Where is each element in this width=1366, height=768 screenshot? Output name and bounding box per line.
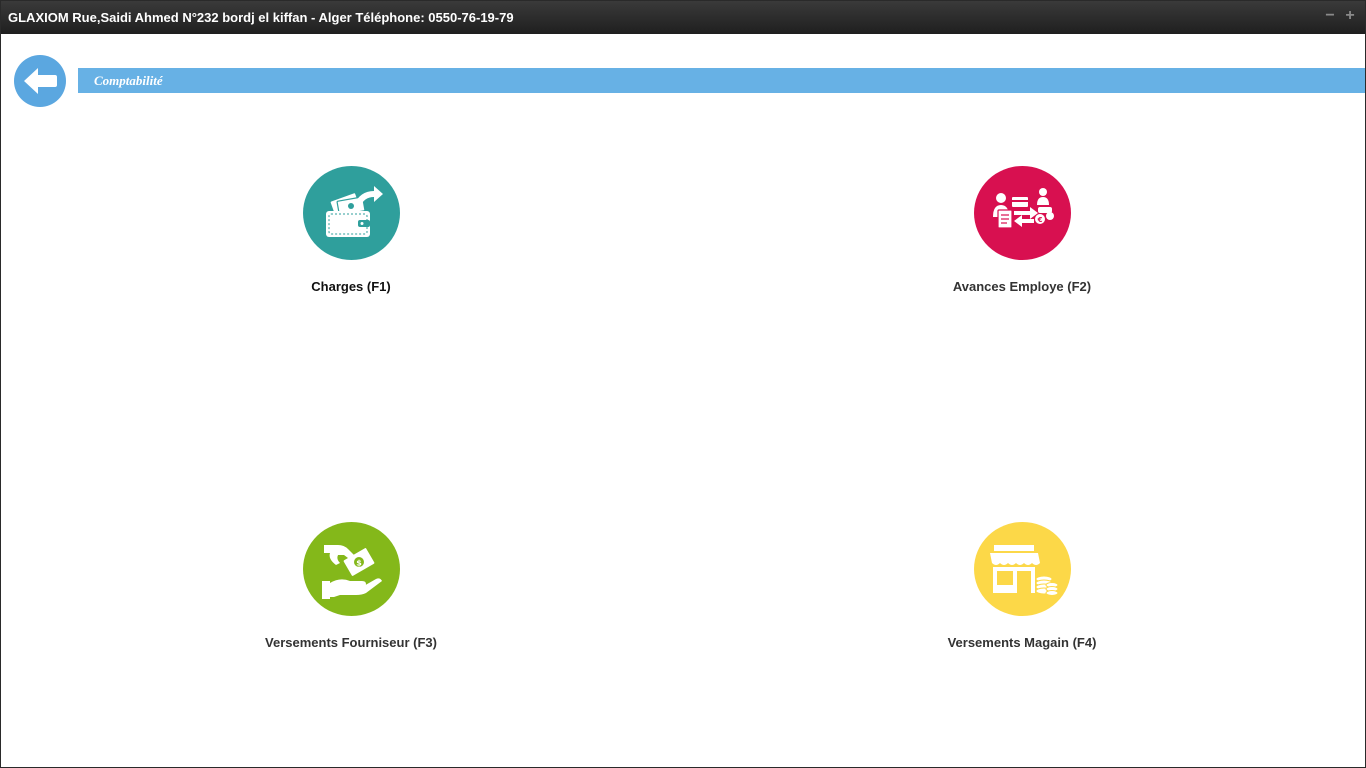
maximize-button[interactable]: + [1343, 8, 1357, 24]
store-coins-icon [990, 545, 1059, 596]
versements-magasin-label: Versements Magain (F4) [947, 635, 1097, 650]
wallet-money-icon [326, 186, 383, 237]
avances-icon-circle: € [973, 166, 1071, 260]
versements-fournisseur-label: Versements Fourniseur (F3) [265, 635, 437, 650]
section-title: Comptabilité [94, 73, 163, 88]
fournisseur-icon-circle: $ [302, 522, 400, 616]
svg-text:$: $ [356, 559, 362, 568]
charges-icon-circle [302, 166, 400, 260]
back-button[interactable] [14, 55, 66, 107]
arrow-left-icon [24, 68, 57, 94]
window-title: GLAXIOM Rue,Saidi Ahmed N°232 bordj el k… [8, 10, 514, 25]
charges-label: Charges (F1) [311, 279, 391, 294]
app-window: GLAXIOM Rue,Saidi Ahmed N°232 bordj el k… [0, 0, 1366, 768]
hand-money-icon: $ [322, 545, 382, 599]
avances-employe-tile[interactable]: € Avances Employe (F2) [902, 166, 1142, 306]
svg-text:€: € [1037, 216, 1043, 224]
avances-employe-label: Avances Employe (F2) [952, 279, 1092, 294]
section-header-bar: Comptabilité [78, 68, 1365, 93]
versements-magasin-tile[interactable]: Versements Magain (F4) [902, 522, 1142, 662]
charges-tile[interactable]: Charges (F1) [231, 166, 471, 306]
minimize-button[interactable]: − [1323, 8, 1337, 24]
magasin-icon-circle [973, 522, 1071, 616]
versements-fournisseur-tile[interactable]: $ Versements Fourniseur (F3) [231, 522, 471, 662]
employee-advance-icon: € [993, 188, 1054, 229]
title-bar: GLAXIOM Rue,Saidi Ahmed N°232 bordj el k… [1, 1, 1365, 34]
